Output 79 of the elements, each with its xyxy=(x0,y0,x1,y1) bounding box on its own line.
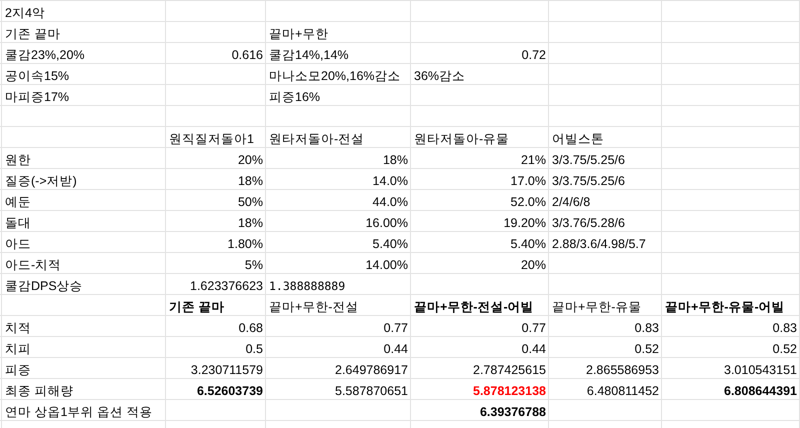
table-cell: 5.587870651 xyxy=(335,384,408,398)
table-cell: 마나소모20%,16%감소 xyxy=(269,69,401,83)
table-cell: 0.68 xyxy=(238,321,263,335)
table-cell: 44.0% xyxy=(372,195,408,209)
table-cell: 피증16% xyxy=(269,90,320,104)
table-cell: 0.52 xyxy=(634,342,659,356)
table-cell: 2.649786917 xyxy=(335,363,408,377)
table-cell: 0.616 xyxy=(232,48,263,62)
table-cell: 2.787425615 xyxy=(473,363,546,377)
table-cell: 원타저돌아-유물 xyxy=(414,132,510,146)
table-cell: 14.0% xyxy=(372,174,408,188)
table-cell: 20% xyxy=(520,258,546,272)
table-cell: 0.83 xyxy=(772,321,797,335)
table-cell: 17.0% xyxy=(510,174,546,188)
table-cell: 치적 xyxy=(5,321,31,335)
table-cell: 기존 끝마 xyxy=(5,27,60,41)
table-cell: 1.623376623 xyxy=(190,279,263,293)
table-cell: 공이속15% xyxy=(5,69,70,83)
table-cell: 3.230711579 xyxy=(190,363,263,377)
table-cell: 6.39376788 xyxy=(480,405,546,419)
table-cell: 16.00% xyxy=(366,216,408,230)
table-cell: 원직질저돌아1 xyxy=(169,132,254,146)
table-cell: 아드-치적 xyxy=(5,258,62,272)
table-cell: 36%감소 xyxy=(414,69,466,83)
table-cell: 피증 xyxy=(5,363,31,377)
table-cell: 2/4/6/8 xyxy=(552,195,590,209)
table-cell: 쿨감23%,20% xyxy=(5,48,85,62)
table-cell: 1.80% xyxy=(228,237,263,251)
table-cell: 연마 상옵1부위 옵션 적용 xyxy=(5,405,152,419)
table-cell: 14.00% xyxy=(366,258,408,272)
table-cell: 끝마+무한-유물-어빌 xyxy=(665,300,785,314)
table-cell: 5.878123138 xyxy=(473,384,546,398)
table-cell: 3.010543151 xyxy=(724,363,797,377)
table-cell: 0.44 xyxy=(522,342,546,356)
table-cell: 원타저돌아-전설 xyxy=(269,132,364,146)
table-cell: 18% xyxy=(238,216,263,230)
table-cell: 마피증17% xyxy=(5,90,70,104)
table-cell: 6.52603739 xyxy=(196,384,263,398)
table-cell: 18% xyxy=(382,153,408,167)
table-cell: 0.44 xyxy=(384,342,408,356)
table-cell: 19.20% xyxy=(504,216,546,230)
table-cell: 질증(->저받) xyxy=(5,174,77,188)
table-cell: 52.0% xyxy=(510,195,546,209)
table-cell: 0.77 xyxy=(522,321,546,335)
table-cell: 5.40% xyxy=(510,237,546,251)
table-cell: 20% xyxy=(238,153,263,167)
table-cell: 끝마+무한-전설 xyxy=(269,300,358,314)
table-cell: 3/3.76/5.28/6 xyxy=(552,216,625,230)
table-cell: 원한 xyxy=(5,153,31,167)
table-cell: 6.808644391 xyxy=(724,384,797,398)
table-cell: 0.5 xyxy=(246,342,263,356)
table-cell: 5.40% xyxy=(372,237,408,251)
table-cell: 치피 xyxy=(5,342,31,356)
table-cell: 21% xyxy=(520,153,546,167)
table-cell: 쿨감DPS상승 xyxy=(5,279,83,293)
table-cell: 끝마+무한 xyxy=(269,27,328,41)
table-cell: 0.72 xyxy=(522,48,546,62)
table-cell: 50% xyxy=(238,195,263,209)
table-cell: 아드 xyxy=(5,237,31,251)
table-cell: 끝마+무한-유물 xyxy=(552,300,642,314)
table-cell: 쿨감14%,14% xyxy=(269,48,349,62)
table-cell: 2.865586953 xyxy=(586,363,659,377)
table-cell: 0.77 xyxy=(384,321,408,335)
table-cell: 2지4악 xyxy=(5,6,45,20)
table-cell: 끝마+무한-전설-어빌 xyxy=(414,300,534,314)
table-cell: 최종 피해량 xyxy=(5,384,74,398)
table-cell: 3/3.75/5.25/6 xyxy=(552,174,625,188)
table-cell: 어빌스톤 xyxy=(552,132,604,146)
table-cell: 돌대 xyxy=(5,216,31,230)
table-cell: 6.480811452 xyxy=(586,384,659,398)
table-cell: 기존 끝마 xyxy=(169,300,224,314)
table-cell: 5% xyxy=(244,258,263,272)
table-cell: 예둔 xyxy=(5,195,31,209)
table-cell: 0.52 xyxy=(772,342,797,356)
table-cell: 2.88/3.6/4.98/5.7 xyxy=(552,237,646,251)
table-cell: 18% xyxy=(238,174,263,188)
table-cell: 0.83 xyxy=(634,321,659,335)
table-cell: 1.388888889 xyxy=(269,279,346,293)
table-cell: 3/3.75/5.25/6 xyxy=(552,153,625,167)
